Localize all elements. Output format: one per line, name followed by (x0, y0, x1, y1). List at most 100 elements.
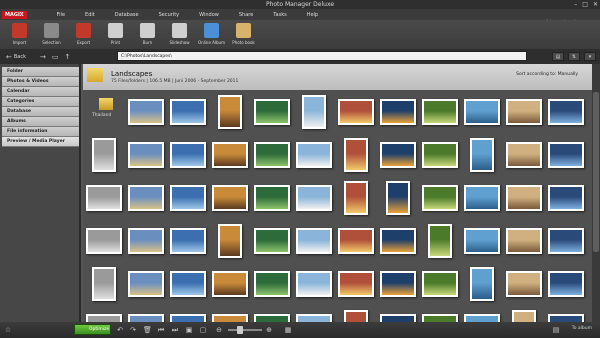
up-arrow-icon[interactable]: ↑ (65, 53, 71, 61)
photo-thumbnail[interactable] (503, 90, 545, 133)
photo-thumbnail[interactable] (251, 262, 293, 305)
photo-thumbnail[interactable] (377, 90, 419, 133)
photo-thumbnail[interactable] (209, 90, 251, 133)
photo-thumbnail[interactable] (377, 262, 419, 305)
photo-thumbnail[interactable] (377, 176, 419, 219)
photo-thumbnail[interactable] (167, 305, 209, 322)
photo-thumbnail[interactable] (209, 305, 251, 322)
zoom-slider[interactable] (228, 329, 262, 331)
menu-window[interactable]: Window (199, 12, 219, 18)
back-button[interactable]: Back (14, 54, 26, 60)
photo-thumbnail[interactable] (293, 176, 335, 219)
burn-button[interactable]: Burn (132, 20, 163, 45)
photo-thumbnail[interactable] (377, 305, 419, 322)
menu-tasks[interactable]: Tasks (273, 12, 286, 18)
photo-thumbnail[interactable] (419, 219, 461, 262)
optimize-button[interactable]: Optimize (74, 324, 111, 335)
photo-thumbnail[interactable] (125, 219, 167, 262)
photo-thumbnail[interactable] (335, 262, 377, 305)
close-button[interactable]: ✕ (593, 0, 598, 9)
photo-thumbnail[interactable] (377, 219, 419, 262)
sort-info[interactable]: Sort according to: Manually (516, 72, 578, 77)
photo-thumbnail[interactable] (503, 176, 545, 219)
path-field[interactable]: C:\Photos\Landscapes\ (117, 51, 527, 61)
vertical-scrollbar[interactable] (592, 64, 600, 322)
photo-thumbnail[interactable] (209, 133, 251, 176)
menu-edit[interactable]: Edit (85, 12, 95, 18)
photo-thumbnail[interactable] (167, 262, 209, 305)
photo-thumbnail[interactable] (335, 133, 377, 176)
slideshow-button[interactable]: Slideshow (164, 20, 195, 45)
photo-thumbnail[interactable] (83, 305, 125, 322)
photo-thumbnail[interactable] (377, 133, 419, 176)
photo-thumbnail[interactable] (167, 90, 209, 133)
forward-arrow-icon[interactable]: → (40, 53, 46, 61)
delete-icon[interactable]: 🗑 (143, 326, 152, 334)
photo-thumbnail[interactable] (461, 90, 503, 133)
photo-thumbnail[interactable] (503, 262, 545, 305)
photo-thumbnail[interactable] (419, 90, 461, 133)
photo-thumbnail[interactable] (209, 176, 251, 219)
sidebar-item-albums[interactable]: Albums (2, 117, 79, 127)
photo-thumbnail[interactable] (251, 219, 293, 262)
photo-thumbnail[interactable] (545, 90, 587, 133)
folder-up-icon[interactable]: ▭ (52, 53, 59, 61)
to-album-button[interactable]: To album (572, 326, 592, 331)
photo-thumbnail[interactable] (419, 305, 461, 322)
sidebar-item-photos-videos[interactable]: Photos & Videos (2, 77, 79, 87)
photo-thumbnail[interactable] (503, 305, 545, 322)
zoom-out-icon[interactable]: ⊖ (215, 326, 223, 334)
photo-thumbnail[interactable] (461, 219, 503, 262)
photo-thumbnail[interactable] (83, 262, 125, 305)
fit-to-window-icon[interactable]: ▢ (199, 326, 207, 334)
photo-thumbnail[interactable] (251, 176, 293, 219)
sort-options-icon[interactable]: ⇅ (568, 52, 580, 61)
selection-button[interactable]: Selection (36, 20, 67, 45)
sidebar-item-database[interactable]: Database (2, 107, 79, 117)
undo-icon[interactable]: ↶ (116, 326, 124, 334)
photo-thumbnail[interactable] (545, 262, 587, 305)
photo-thumbnail[interactable] (251, 90, 293, 133)
photo-thumbnail[interactable] (125, 305, 167, 322)
photo-thumbnail[interactable] (461, 176, 503, 219)
photo-thumbnail[interactable] (209, 219, 251, 262)
photo-thumbnail[interactable] (419, 262, 461, 305)
export-button[interactable]: Export (68, 20, 99, 45)
sidebar-item-file-information[interactable]: File information (2, 127, 79, 137)
photo-thumbnail[interactable] (209, 262, 251, 305)
photo-thumbnail[interactable] (251, 133, 293, 176)
photo-thumbnail[interactable] (461, 133, 503, 176)
photo-thumbnail[interactable] (335, 90, 377, 133)
photo-thumbnail[interactable] (83, 176, 125, 219)
menu-file[interactable]: File (57, 12, 65, 18)
actual-size-icon[interactable]: ▣ (185, 326, 193, 334)
next-icon[interactable]: ⏭ (171, 326, 179, 334)
view-mode-icon[interactable]: ▤ (552, 52, 564, 61)
photo-thumbnail[interactable] (503, 133, 545, 176)
sidebar-item-folder[interactable]: Folder (2, 67, 79, 77)
zoom-slider-handle[interactable] (237, 326, 243, 334)
photo-thumbnail[interactable] (419, 133, 461, 176)
photo-thumbnail[interactable] (545, 176, 587, 219)
photo-thumbnail[interactable] (125, 176, 167, 219)
photo-thumbnail[interactable] (503, 219, 545, 262)
photo-thumbnail[interactable] (461, 262, 503, 305)
online-album-button[interactable]: Online Album (196, 20, 227, 45)
previous-icon[interactable]: ⏮ (157, 326, 165, 334)
photo-thumbnail[interactable] (167, 176, 209, 219)
photo-thumbnail[interactable] (167, 219, 209, 262)
sidebar-item-calendar[interactable]: Calendar (2, 87, 79, 97)
photo-thumbnail[interactable] (83, 133, 125, 176)
photo-thumbnail[interactable] (125, 90, 167, 133)
photo-thumbnail[interactable] (125, 262, 167, 305)
photo-book-button[interactable]: Photo book (228, 20, 259, 45)
print-button[interactable]: Print (100, 20, 131, 45)
menu-share[interactable]: Share (239, 12, 253, 18)
menu-help[interactable]: Help (307, 12, 318, 18)
scrollbar-thumb[interactable] (593, 92, 599, 252)
menu-security[interactable]: Security (159, 12, 180, 18)
photo-thumbnail[interactable] (83, 219, 125, 262)
photo-thumbnail[interactable] (293, 305, 335, 322)
photo-thumbnail[interactable] (545, 133, 587, 176)
back-arrow-icon[interactable]: ← (6, 53, 12, 61)
